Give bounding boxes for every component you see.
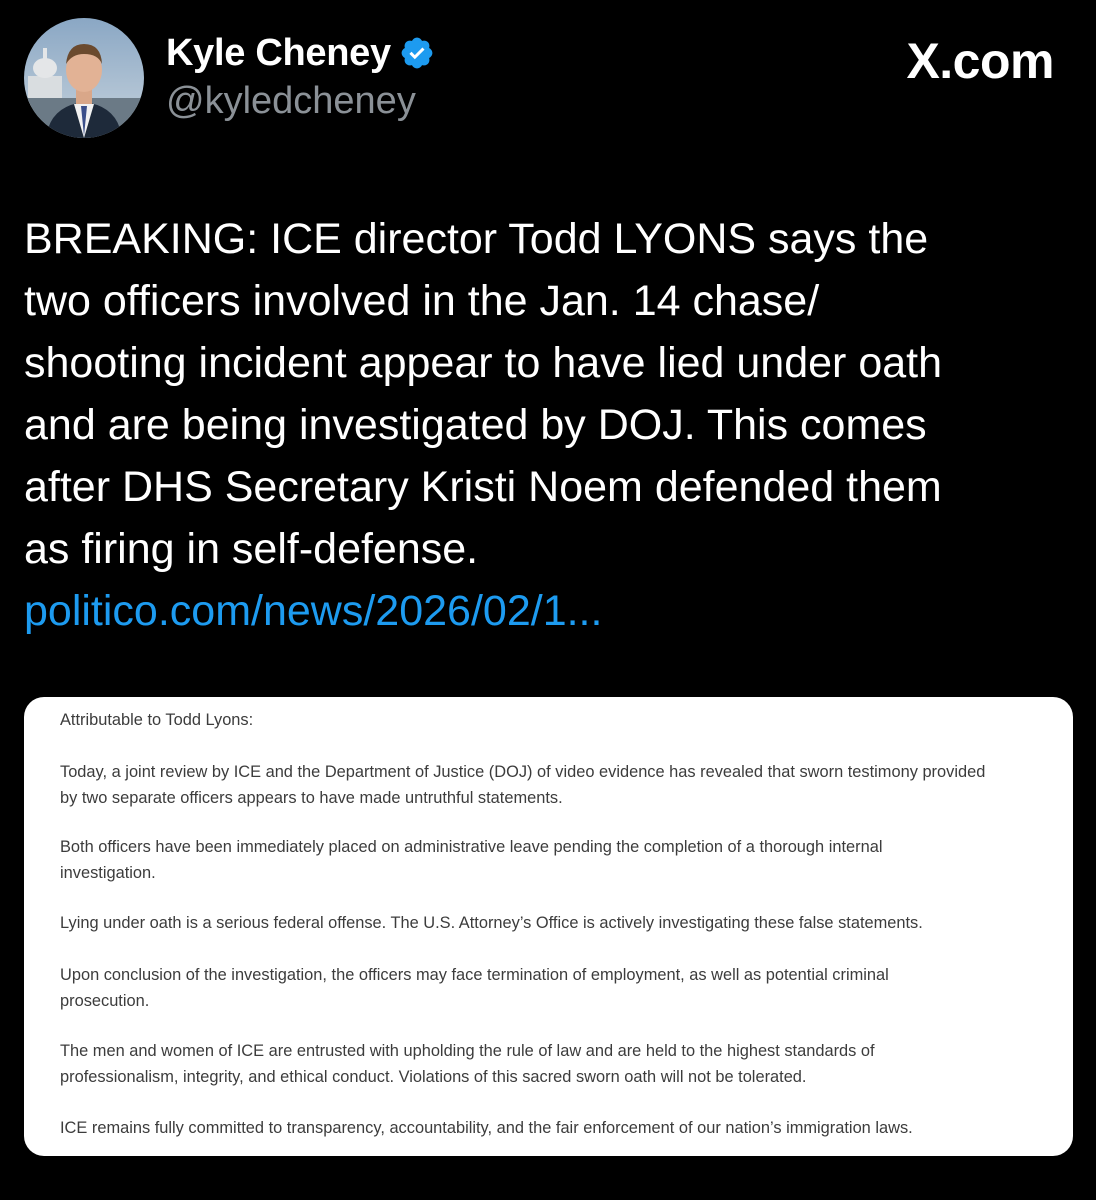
tweet-text-line: as firing in self-defense. bbox=[24, 525, 479, 573]
tweet-text-line: after DHS Secretary Kristi Noem defended… bbox=[24, 463, 942, 511]
avatar-image bbox=[24, 18, 144, 138]
statement-line: Today, a joint review by ICE and the Dep… bbox=[60, 763, 986, 781]
statement-paragraph: The men and women of ICE are entrusted w… bbox=[60, 1038, 875, 1090]
tweet-text-line: and are being investigated by DOJ. This … bbox=[24, 401, 927, 449]
tweet-text-line: BREAKING: ICE director Todd LYONS says t… bbox=[24, 215, 929, 263]
tweet-text-line: two officers involved in the Jan. 14 cha… bbox=[24, 277, 820, 325]
statement-line: ICE remains fully committed to transpare… bbox=[60, 1119, 913, 1137]
statement-line: by two separate officers appears to have… bbox=[60, 789, 563, 807]
statement-paragraph: Today, a joint review by ICE and the Dep… bbox=[60, 759, 985, 811]
author-avatar[interactable] bbox=[24, 18, 144, 138]
statement-image-card[interactable]: Attributable to Todd Lyons: Today, a joi… bbox=[24, 697, 1073, 1156]
tweet-text: BREAKING: ICE director Todd LYONS says t… bbox=[24, 208, 1074, 642]
statement-line: Both officers have been immediately plac… bbox=[60, 838, 883, 856]
statement-line: Lying under oath is a serious federal of… bbox=[60, 914, 923, 932]
statement-paragraph: Both officers have been immediately plac… bbox=[60, 834, 882, 886]
author-handle[interactable]: @kyledcheney bbox=[166, 80, 416, 123]
statement-line: investigation. bbox=[60, 864, 156, 882]
statement-line: professionalism, integrity, and ethical … bbox=[60, 1068, 807, 1086]
x-com-brand-label: X.com bbox=[906, 33, 1054, 89]
article-link[interactable]: politico.com/news/2026/02/1... bbox=[24, 580, 1074, 642]
author-name-row: Kyle Cheney bbox=[166, 28, 435, 78]
statement-paragraph: Upon conclusion of the investigation, th… bbox=[60, 962, 889, 1014]
author-display-name[interactable]: Kyle Cheney bbox=[166, 32, 391, 75]
verified-badge-icon bbox=[399, 35, 435, 71]
statement-line: prosecution. bbox=[60, 992, 150, 1010]
statement-line: The men and women of ICE are entrusted w… bbox=[60, 1042, 875, 1060]
statement-heading: Attributable to Todd Lyons: bbox=[60, 711, 254, 729]
statement-line: Upon conclusion of the investigation, th… bbox=[60, 966, 889, 984]
tweet-text-line: shooting incident appear to have lied un… bbox=[24, 339, 943, 387]
statement-paragraph: ICE remains fully committed to transpare… bbox=[60, 1115, 913, 1141]
statement-paragraph: Lying under oath is a serious federal of… bbox=[60, 910, 923, 936]
